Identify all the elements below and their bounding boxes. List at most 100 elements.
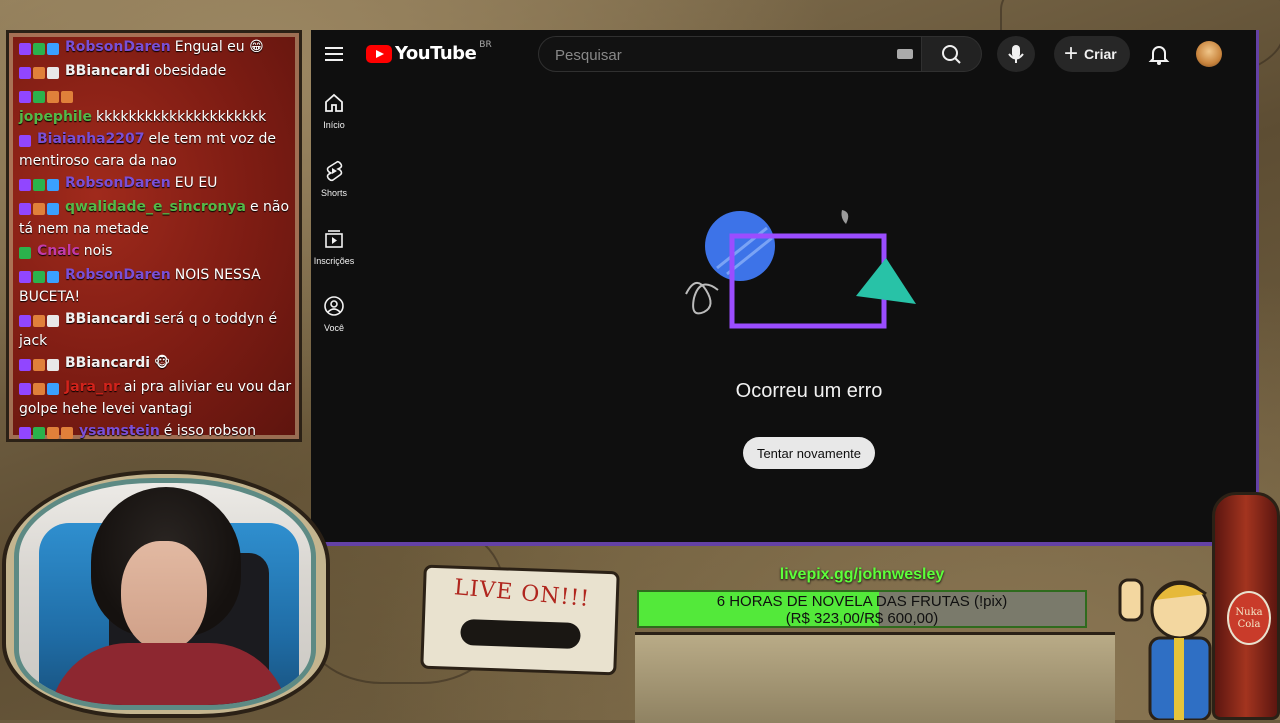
chat-message: BBiancardi obesidade	[19, 61, 299, 83]
subscriptions-icon	[325, 230, 343, 248]
chat-badge-icon	[47, 43, 59, 55]
nav-item-home[interactable]: Início	[311, 86, 357, 146]
you-icon	[324, 296, 344, 316]
chat-message: jopephile kkkkkkkkkkkkkkkkkkkkk	[19, 85, 299, 127]
shorts-icon	[326, 160, 343, 182]
chat-badge-icon	[19, 383, 31, 395]
search-button[interactable]	[922, 36, 982, 72]
youtube-play-icon	[366, 44, 392, 63]
create-button[interactable]: + Criar	[1054, 36, 1130, 72]
donation-goal-bar: 6 HORAS DE NOVELA DAS FRUTAS (!pix) (R$ …	[637, 590, 1087, 628]
machinery-decoration	[635, 632, 1115, 723]
chat-badge-icon	[19, 179, 31, 191]
chat-text: Engual eu 😁	[174, 39, 264, 55]
nav-label-home: Início	[323, 120, 345, 130]
chat-badge-icon	[19, 43, 31, 55]
notifications-button[interactable]	[1143, 38, 1175, 70]
chat-badge-icon	[47, 91, 59, 103]
chat-badge-icon	[47, 179, 59, 191]
donation-goal-text: 6 HORAS DE NOVELA DAS FRUTAS (!pix) (R$ …	[639, 593, 1085, 627]
chat-username[interactable]: Cnalc	[37, 243, 80, 259]
chat-message: BBiancardi 🐵	[19, 353, 299, 375]
chat-username[interactable]: BBiancardi	[65, 63, 150, 79]
avatar[interactable]	[1196, 41, 1222, 67]
chat-badge-icon	[47, 427, 59, 439]
chat-badge-icon	[19, 91, 31, 103]
chat-username[interactable]: BBiancardi	[65, 355, 150, 371]
chat-text: EU EU	[174, 175, 218, 191]
menu-icon[interactable]	[321, 41, 347, 67]
chat-username[interactable]: Biaianha2207	[37, 131, 145, 147]
streamer-face	[121, 541, 207, 651]
chat-badge-icon	[47, 67, 59, 79]
chat-badge-icon	[61, 427, 73, 439]
donation-link: livepix.gg/johnwesley	[779, 566, 945, 583]
chat-username[interactable]: jopephile	[19, 109, 92, 125]
chat-badge-icon	[47, 203, 59, 215]
chat-badge-icon	[19, 203, 31, 215]
keyboard-icon[interactable]	[897, 49, 913, 59]
nav-label-subscriptions: Inscrições	[313, 256, 355, 266]
chat-message: RobsonDaren Engual eu 😁	[19, 37, 299, 59]
microphone-icon	[1008, 45, 1024, 63]
chat-badges	[19, 267, 61, 287]
cassette-decoration: LIVE ON!!!	[420, 564, 620, 676]
cassette-window	[460, 618, 581, 650]
create-label: Criar	[1084, 46, 1117, 62]
chat-badges	[19, 131, 33, 151]
chat-badge-icon	[33, 315, 45, 327]
goal-amount: (R$ 323,00/R$ 600,00)	[785, 610, 939, 627]
youtube-logo[interactable]: YouTube BR	[366, 39, 492, 64]
chat-badges	[19, 311, 61, 331]
retry-button[interactable]: Tentar novamente	[743, 437, 875, 469]
chat-badge-icon	[33, 67, 45, 79]
search-icon	[942, 45, 961, 64]
chat-badge-icon	[19, 135, 31, 147]
search-box	[538, 36, 922, 73]
chat-badges	[19, 379, 61, 399]
chat-badge-icon	[47, 271, 59, 283]
youtube-logo-text: YouTube	[395, 43, 477, 64]
chat-badges	[19, 243, 33, 263]
chat-text: kkkkkkkkkkkkkkkkkkkkk	[96, 109, 267, 125]
chat-badge-icon	[33, 359, 45, 371]
chat-text: obesidade	[154, 63, 227, 79]
chat-message: Biaianha2207 ele tem mt voz de mentiroso …	[19, 129, 299, 171]
chat-text: é isso robson	[163, 423, 256, 439]
chat-username[interactable]: RobsonDaren	[65, 175, 171, 191]
country-code: BR	[479, 39, 492, 50]
chat-badge-icon	[19, 359, 31, 371]
nav-label-you: Você	[323, 323, 345, 333]
search-input[interactable]	[553, 37, 887, 73]
chat-badges	[19, 199, 61, 219]
chat-badge-icon	[33, 43, 45, 55]
chat-badges	[19, 39, 61, 59]
youtube-window: YouTube BR + Criar	[311, 30, 1259, 546]
chat-message: Cnalc nois	[19, 241, 299, 263]
nav-item-subscriptions[interactable]: Inscrições	[311, 222, 357, 282]
voice-search-button[interactable]	[997, 36, 1035, 72]
chat-badges	[19, 423, 75, 439]
chat-badge-icon	[33, 427, 45, 439]
webcam-feed	[14, 478, 316, 710]
chat-username[interactable]: Jara_nr	[65, 379, 120, 395]
chat-message: RobsonDaren NOIS NESSA BUCETA!	[19, 265, 299, 307]
chat-badges	[19, 87, 75, 107]
chat-message: qwalidade_e_sincronya e não tá nem na met…	[19, 197, 299, 239]
nav-label-shorts: Shorts	[320, 188, 347, 198]
nuka-cola-bottle: Nuka Cola	[1212, 492, 1280, 720]
nav-item-you[interactable]: Você	[311, 289, 357, 349]
chat-badge-icon	[47, 315, 59, 327]
chat-message: ysamstein é isso robson	[19, 421, 299, 439]
chat-text: nois	[83, 243, 113, 259]
chat-username[interactable]: ysamstein	[79, 423, 160, 439]
chat-username[interactable]: RobsonDaren	[65, 39, 171, 55]
bell-icon	[1148, 46, 1170, 65]
chat-username[interactable]: qwalidade_e_sincronya	[65, 199, 246, 215]
chat-badges	[19, 63, 61, 83]
chat-message: BBiancardi será q o toddyn é jack	[19, 309, 299, 351]
chat-message-list: RobsonDaren Engual eu 😁 BBiancardi obesidad…	[19, 37, 299, 439]
chat-username[interactable]: BBiancardi	[65, 311, 150, 327]
chat-username[interactable]: RobsonDaren	[65, 267, 171, 283]
nav-item-shorts[interactable]: Shorts	[311, 154, 357, 214]
